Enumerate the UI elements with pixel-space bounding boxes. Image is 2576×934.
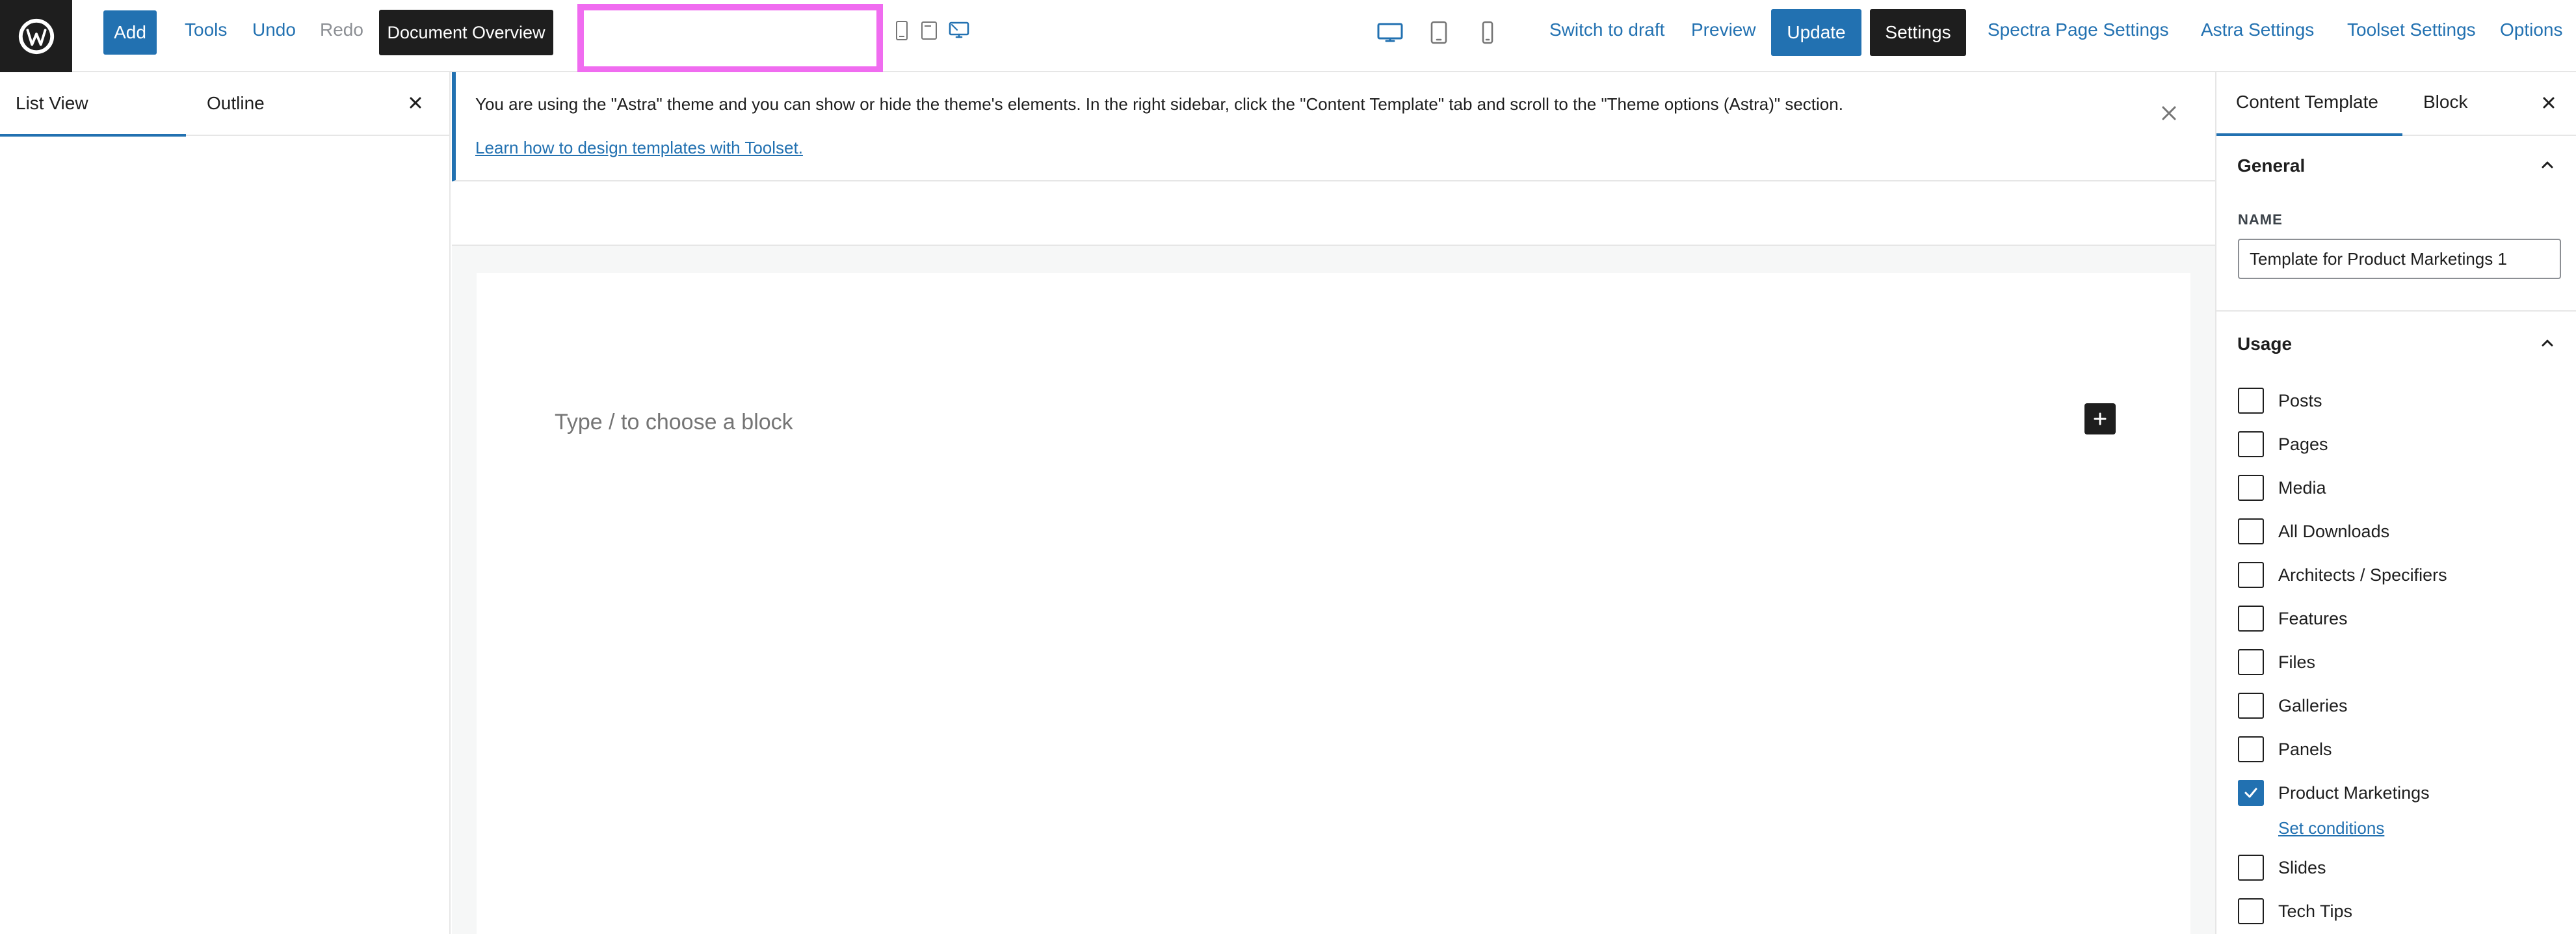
checkbox[interactable] xyxy=(2238,475,2264,501)
desktop-preview-icon[interactable] xyxy=(948,20,970,42)
checkbox[interactable] xyxy=(2238,606,2264,632)
add-block-button[interactable]: Add xyxy=(103,10,157,55)
right-sidebar: Content Template Block General NAME Temp… xyxy=(2215,72,2576,934)
wordpress-logo-icon[interactable] xyxy=(0,0,72,72)
checkbox[interactable] xyxy=(2238,562,2264,588)
update-button[interactable]: Update xyxy=(1771,9,1861,56)
options-link[interactable]: Options xyxy=(2500,20,2563,40)
checkbox-label: Architects / Specifiers xyxy=(2278,565,2447,585)
checkbox[interactable] xyxy=(2238,388,2264,414)
checkbox-label: Product Marketings xyxy=(2278,782,2430,803)
checkbox[interactable] xyxy=(2238,736,2264,762)
editor-area: Type / to choose a block xyxy=(452,182,2215,934)
usage-checkbox-row[interactable]: All Downloads xyxy=(2238,518,2389,544)
tablet-preview-icon[interactable] xyxy=(918,20,940,42)
general-section-title[interactable]: General xyxy=(2237,155,2305,176)
checkbox-label: Posts xyxy=(2278,390,2322,410)
settings-button[interactable]: Settings xyxy=(1870,9,1966,56)
usage-checkbox-row[interactable]: Slides xyxy=(2238,855,2326,881)
toolset-help-link[interactable]: Learn how to design templates with Tools… xyxy=(475,138,803,158)
usage-checkbox-row[interactable]: Product Marketings xyxy=(2238,780,2430,806)
close-left-sidebar-icon[interactable] xyxy=(403,90,428,115)
checkbox[interactable] xyxy=(2238,518,2264,544)
checkbox[interactable] xyxy=(2238,649,2264,675)
checkbox-label: Pages xyxy=(2278,434,2328,454)
checkmark-icon xyxy=(2244,788,2257,798)
checkbox-label: Media xyxy=(2278,477,2326,498)
switch-to-draft-link[interactable]: Switch to draft xyxy=(1549,20,1664,40)
checkbox-checked[interactable] xyxy=(2238,780,2264,806)
left-sidebar-tabs: List View Outline xyxy=(0,72,451,137)
redo-button[interactable]: Redo xyxy=(320,20,363,40)
block-placeholder[interactable]: Type / to choose a block xyxy=(555,410,793,435)
toolset-settings-link[interactable]: Toolset Settings xyxy=(2347,20,2476,40)
usage-checkbox-row[interactable]: Architects / Specifiers xyxy=(2238,562,2447,588)
editor-top-strip xyxy=(452,182,2215,246)
usage-checkbox-row[interactable]: Panels xyxy=(2238,736,2332,762)
checkbox-label: Galleries xyxy=(2278,695,2348,715)
document-overview-button[interactable]: Document Overview xyxy=(379,10,553,55)
checkbox[interactable] xyxy=(2238,898,2264,924)
checkbox-label: Files xyxy=(2278,652,2316,672)
name-field-label: NAME xyxy=(2238,211,2283,228)
usage-section-title[interactable]: Usage xyxy=(2237,334,2292,354)
tab-outline[interactable]: Outline xyxy=(207,93,265,114)
checkbox[interactable] xyxy=(2238,855,2264,881)
undo-button[interactable]: Undo xyxy=(252,20,296,40)
top-toolbar: Add Tools Undo Redo Document Overview Sw… xyxy=(0,0,2576,73)
block-inserter-plus-icon[interactable] xyxy=(2084,403,2116,434)
tab-content-template[interactable]: Content Template xyxy=(2236,92,2378,113)
usage-checkbox-row[interactable]: Features xyxy=(2238,606,2348,632)
preview-link[interactable]: Preview xyxy=(1691,20,1756,40)
editor-canvas[interactable]: Type / to choose a block xyxy=(477,273,2190,934)
checkbox-label: All Downloads xyxy=(2278,521,2390,541)
usage-checkbox-row[interactable]: Files xyxy=(2238,649,2315,675)
usage-checkbox-row[interactable]: Posts xyxy=(2238,388,2322,414)
spectra-page-settings-link[interactable]: Spectra Page Settings xyxy=(1988,20,2169,40)
left-sidebar: List View Outline xyxy=(0,72,451,934)
usage-checkbox-row[interactable]: Galleries xyxy=(2238,693,2348,719)
checkbox[interactable] xyxy=(2238,693,2264,719)
usage-checkbox-row[interactable]: Pages xyxy=(2238,431,2328,457)
usage-checkbox-row[interactable]: Media xyxy=(2238,475,2326,501)
set-conditions-link[interactable]: Set conditions xyxy=(2278,818,2384,838)
active-tab-indicator xyxy=(2216,133,2402,136)
notice-close-icon[interactable] xyxy=(2154,98,2184,128)
close-right-sidebar-icon[interactable] xyxy=(2536,90,2561,115)
tab-block[interactable]: Block xyxy=(2423,92,2467,113)
checkbox-label: Tech Tips xyxy=(2278,901,2353,921)
checkbox[interactable] xyxy=(2238,431,2264,457)
right-sidebar-tabs: Content Template Block xyxy=(2216,72,2576,136)
device-desktop-icon[interactable] xyxy=(1375,20,1405,46)
device-mobile-icon[interactable] xyxy=(1473,20,1503,46)
device-tablet-icon[interactable] xyxy=(1424,20,1454,46)
checkbox-label: Slides xyxy=(2278,857,2326,877)
usage-checkbox-row[interactable]: Tech Tips xyxy=(2238,898,2352,924)
active-tab-indicator xyxy=(0,134,186,137)
tools-button[interactable]: Tools xyxy=(185,20,227,40)
general-collapse-chevron-icon[interactable] xyxy=(2535,153,2560,178)
section-divider xyxy=(2216,310,2576,312)
tab-list-view[interactable]: List View xyxy=(16,93,88,114)
checkbox-label: Panels xyxy=(2278,739,2332,759)
theme-notice: You are using the "Astra" theme and you … xyxy=(452,72,2215,181)
highlighted-toolbar-area xyxy=(577,4,883,73)
template-name-input[interactable]: Template for Product Marketings 1 xyxy=(2238,239,2561,279)
checkbox-label: Features xyxy=(2278,608,2348,628)
usage-collapse-chevron-icon[interactable] xyxy=(2535,331,2560,356)
astra-settings-link[interactable]: Astra Settings xyxy=(2201,20,2314,40)
mobile-preview-icon[interactable] xyxy=(891,20,913,42)
notice-message: You are using the "Astra" theme and you … xyxy=(475,94,1843,114)
